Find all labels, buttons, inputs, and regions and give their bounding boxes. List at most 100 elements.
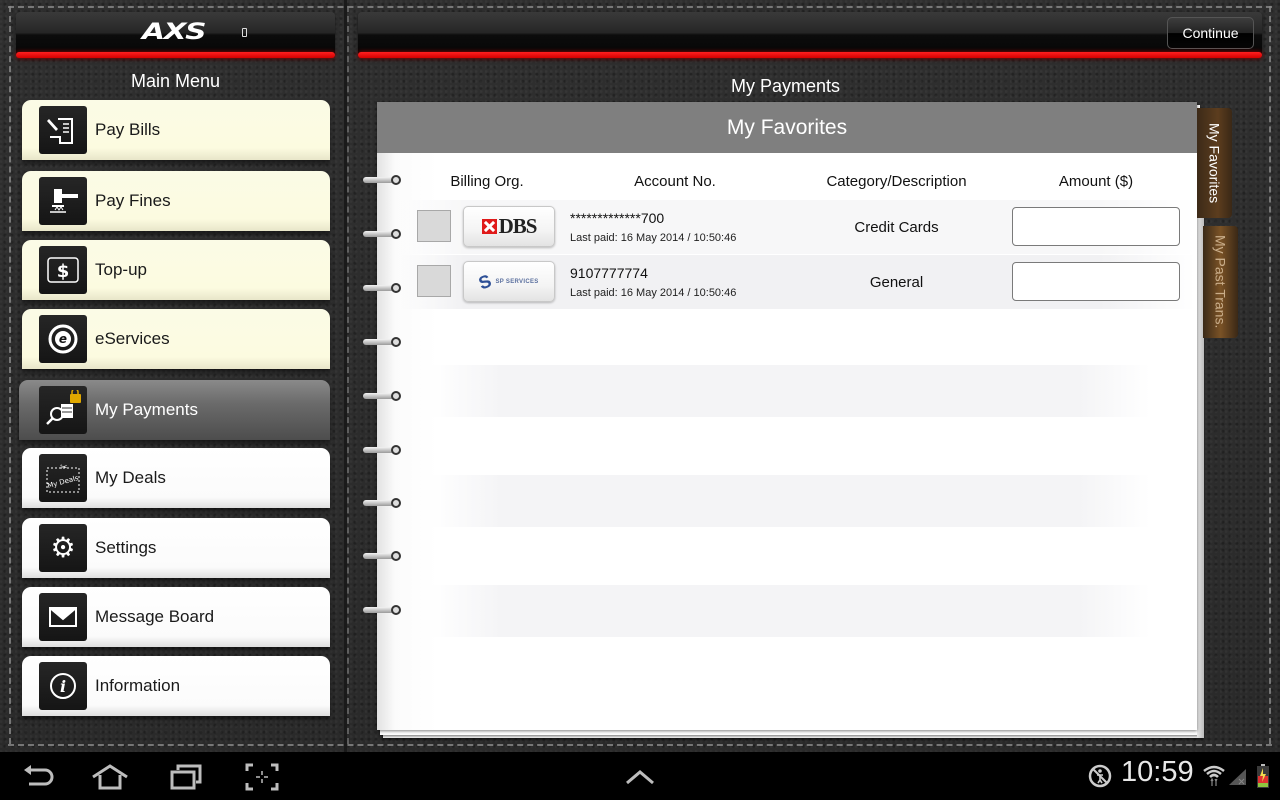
eservices-icon: e <box>39 315 87 363</box>
home-button[interactable] <box>90 762 130 792</box>
sp-mark-icon: S <box>476 270 495 293</box>
last-paid: Last paid: 16 May 2014 / 10:50:46 <box>570 232 737 244</box>
account-number: 9107777774 <box>570 265 648 281</box>
screenshot-button[interactable] <box>242 762 282 792</box>
dollar-icon: $ <box>39 246 87 294</box>
right-header-bar: Continue <box>358 12 1262 58</box>
favorites-title: My Favorites <box>377 102 1197 153</box>
stitch-border <box>8 6 1272 8</box>
back-button[interactable] <box>18 762 58 792</box>
system-navigation-bar <box>0 752 1280 800</box>
stitch-border <box>347 6 349 744</box>
axs-logo: AXS <box>142 22 252 48</box>
left-header-bar: AXS <box>16 12 335 58</box>
signal-icon <box>1228 768 1248 791</box>
pay-bills-icon <box>39 106 87 154</box>
stitch-border <box>9 6 11 744</box>
accessibility-off-icon <box>1088 764 1112 793</box>
binder-ring <box>361 175 401 185</box>
menu-item-settings[interactable]: ⚙ Settings <box>22 518 330 578</box>
binder-ring <box>361 391 401 401</box>
tab-label: My Past Trans. <box>1212 235 1229 329</box>
category: Credit Cards <box>854 219 939 236</box>
menu-item-my-deals[interactable]: My Deals ✂ My Deals <box>22 448 330 508</box>
back-icon <box>24 765 54 786</box>
svg-text:i: i <box>60 677 66 696</box>
column-header-category: Category/Description <box>826 173 967 190</box>
binder-ring <box>361 283 401 293</box>
dbs-mark-icon <box>481 219 497 234</box>
row-checkbox[interactable] <box>417 265 451 297</box>
menu-item-label: My Payments <box>95 400 198 419</box>
recent-apps-button[interactable] <box>166 762 206 792</box>
binder-ring <box>361 605 401 615</box>
phone-icon <box>242 28 247 37</box>
binder-ring <box>361 551 401 561</box>
svg-text:My Deals: My Deals <box>47 474 80 490</box>
continue-button[interactable]: Continue <box>1167 17 1254 49</box>
menu-item-label: My Deals <box>95 468 166 487</box>
app-window: AXS Continue Main Menu My Payments Pay B… <box>0 0 1280 752</box>
binder-ring <box>361 337 401 347</box>
account-number: *************700 <box>570 210 665 226</box>
dbs-logo: DBS <box>463 206 555 247</box>
menu-item-label: Information <box>95 676 181 695</box>
column-header-account-no: Account No. <box>634 173 716 190</box>
menu-item-pay-fines[interactable]: Pay Fines <box>22 171 330 231</box>
wifi-icon <box>1203 765 1225 792</box>
menu-item-pay-bills[interactable]: Pay Bills <box>22 100 330 160</box>
tab-label: My Favorites <box>1206 122 1223 204</box>
empty-row <box>430 475 1150 527</box>
amount-input[interactable] <box>1012 262 1180 301</box>
coupon-icon: My Deals ✂ <box>39 454 87 502</box>
table-row: DBS *************700 Last paid: 16 May 2… <box>400 200 1195 254</box>
column-header-billing-org: Billing Org. <box>450 173 524 190</box>
svg-text:✂: ✂ <box>60 463 68 473</box>
binder-ring <box>361 229 401 239</box>
page-title: My Payments <box>730 76 841 96</box>
red-accent-bar <box>16 52 335 58</box>
my-payments-icon <box>39 386 87 434</box>
red-accent-bar <box>358 52 1262 58</box>
menu-item-eservices[interactable]: e eServices <box>22 309 330 369</box>
menu-item-my-payments[interactable]: My Payments <box>13 376 340 444</box>
main-menu-title: Main Menu <box>130 71 221 91</box>
stitch-border <box>8 744 1272 746</box>
empty-row <box>430 585 1150 637</box>
last-paid: Last paid: 16 May 2014 / 10:50:46 <box>570 287 737 299</box>
column-header-amount: Amount ($) <box>1058 173 1134 190</box>
table-row: S SP SERVICES 9107777774 Last paid: 16 Ma… <box>400 255 1195 309</box>
logo-text: AXS <box>142 20 207 45</box>
chevron-up-icon <box>626 770 654 785</box>
binder-ring <box>361 498 401 508</box>
screenshot-icon <box>245 763 279 791</box>
show-more-button[interactable] <box>620 762 660 792</box>
tab-my-past-trans[interactable]: My Past Trans. <box>1203 226 1238 338</box>
envelope-icon <box>39 593 87 641</box>
row-checkbox[interactable] <box>417 210 451 242</box>
menu-item-label: Message Board <box>95 607 215 626</box>
menu-item-information[interactable]: i Information <box>22 656 330 716</box>
menu-item-label: Pay Fines <box>95 191 171 210</box>
menu-item-message-board[interactable]: Message Board <box>22 587 330 647</box>
menu-item-label: Top-up <box>95 260 147 279</box>
recent-apps-icon <box>170 764 202 790</box>
svg-text:$: $ <box>57 261 70 282</box>
tab-my-favorites[interactable]: My Favorites <box>1197 108 1232 218</box>
svg-text:e: e <box>59 332 67 346</box>
sp-services-logo: S SP SERVICES <box>463 261 555 302</box>
menu-item-label: Pay Bills <box>95 120 161 139</box>
category: General <box>869 274 924 291</box>
binder-ring <box>361 445 401 455</box>
home-icon <box>92 764 128 790</box>
menu-item-label: eServices <box>95 329 170 348</box>
info-icon: i <box>39 662 87 710</box>
gavel-icon <box>39 177 87 225</box>
empty-row <box>430 365 1150 417</box>
status-clock: 10:59 <box>1121 756 1194 788</box>
gear-icon: ⚙ <box>39 524 87 572</box>
menu-item-top-up[interactable]: $ Top-up <box>22 240 330 300</box>
battery-icon <box>1257 764 1269 793</box>
amount-input[interactable] <box>1012 207 1180 246</box>
menu-item-label: Settings <box>95 538 157 557</box>
